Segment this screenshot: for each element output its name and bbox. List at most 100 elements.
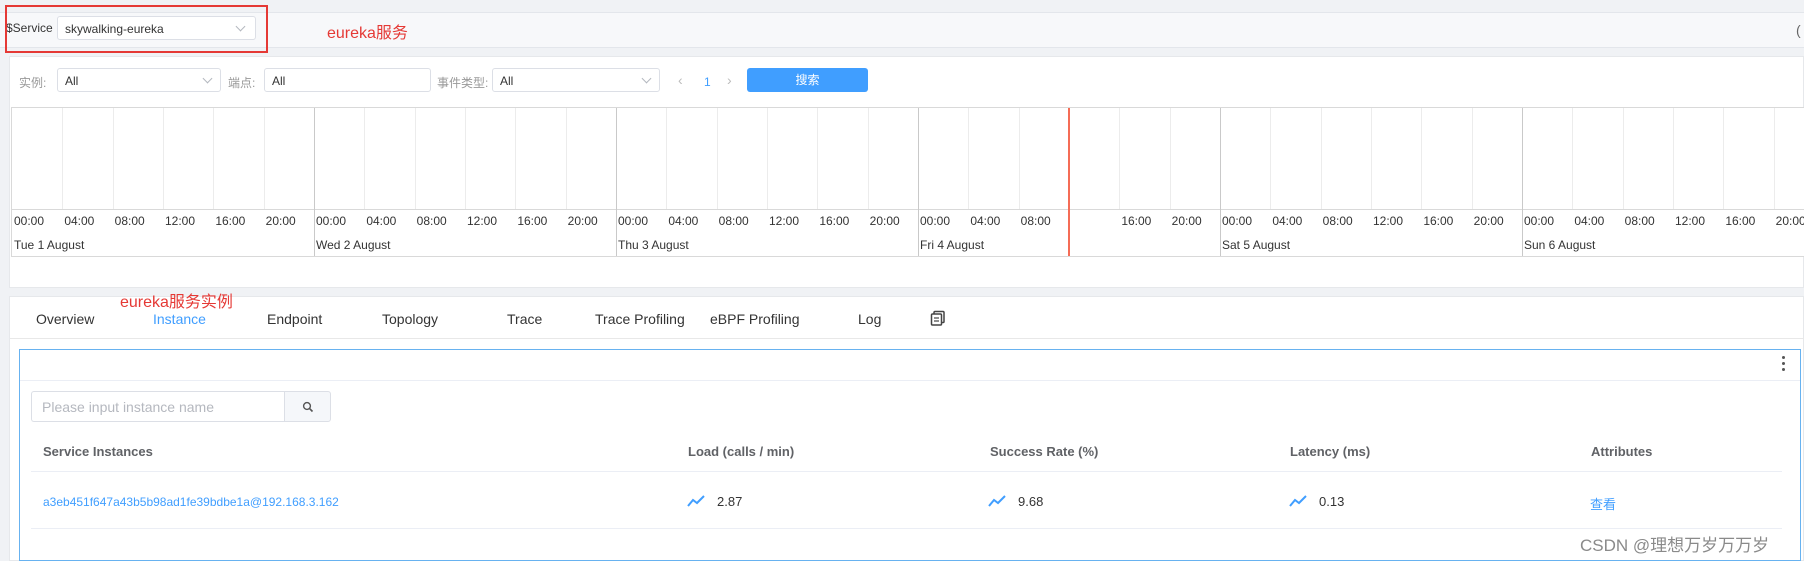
tab-topology[interactable]: Topology: [382, 311, 438, 327]
timeline-gridline: [817, 108, 819, 209]
timeline-tick-label: 00:00: [1222, 214, 1253, 228]
timeline-tick-label: 04:00: [668, 214, 699, 228]
instance-search-button[interactable]: [284, 391, 331, 422]
tab-overview[interactable]: Overview: [36, 311, 94, 327]
timeline-tick-label: 20:00: [1775, 214, 1804, 228]
timeline-gridline: [163, 108, 164, 209]
timeline-tick-label: 04:00: [1272, 214, 1303, 228]
timeline-gridline: [1169, 108, 1171, 209]
timeline-tick-label: 08:00: [1624, 214, 1655, 228]
service-annotation: eureka服务: [327, 25, 408, 42]
col-header-load: Load (calls / min): [688, 444, 795, 459]
tab-trace[interactable]: Trace: [507, 311, 542, 327]
instance-filter-select[interactable]: All: [57, 68, 221, 92]
tab-trace-profiling[interactable]: Trace Profiling: [595, 311, 685, 327]
trend-line-icon[interactable]: [687, 494, 705, 508]
timeline-day-divider: [616, 108, 617, 256]
partial-icon[interactable]: (: [1796, 22, 1801, 38]
timeline-tick-label: 12:00: [769, 214, 800, 228]
timeline-tick-label: 12:00: [165, 214, 196, 228]
timeline-day-divider: [314, 108, 315, 256]
timeline-gridline: [1421, 108, 1423, 209]
timeline-gridline: [565, 108, 567, 209]
tab-ebpf-profiling[interactable]: eBPF Profiling: [710, 311, 799, 327]
timeline-tick-label: 04:00: [366, 214, 397, 228]
endpoint-filter-input[interactable]: All: [264, 68, 431, 92]
tab-log[interactable]: Log: [858, 311, 881, 327]
service-highlight-box: [5, 5, 268, 53]
trend-line-icon[interactable]: [1289, 494, 1307, 508]
chevron-right-icon[interactable]: ›: [727, 72, 732, 88]
timeline-tick-label: 04:00: [1574, 214, 1605, 228]
timeline-tick-label: 08:00: [416, 214, 447, 228]
trend-line-icon[interactable]: [988, 494, 1006, 508]
chevron-down-icon: [202, 73, 213, 84]
load-value: 2.87: [717, 494, 743, 509]
timeline-gridline: [1622, 108, 1624, 209]
timeline-tick-label: 00:00: [1524, 214, 1555, 228]
timeline-tick-label: 08:00: [718, 214, 749, 228]
tab-instance[interactable]: Instance: [153, 311, 206, 327]
latency-value: 0.13: [1319, 494, 1345, 509]
search-icon: [302, 401, 314, 413]
col-header-latency: Latency (ms): [1290, 444, 1371, 459]
chevron-left-icon[interactable]: ‹: [678, 72, 683, 88]
timeline-tick-label: 20:00: [265, 214, 296, 228]
timeline-day-label: Wed 2 August: [316, 238, 391, 252]
timeline-gridline: [1320, 108, 1322, 209]
table-row-divider: [31, 528, 1782, 529]
timeline-tick-label: 04:00: [64, 214, 95, 228]
search-button[interactable]: 搜索: [747, 68, 868, 92]
col-header-attributes: Attributes: [1591, 444, 1653, 459]
timeline-gridline: [666, 108, 668, 209]
tabs-divider: [10, 338, 1804, 339]
col-header-service-instances: Service Instances: [43, 444, 153, 459]
timeline-gridline: [716, 108, 718, 209]
timeline-gridline: [968, 108, 970, 209]
event-type-filter-value: All: [500, 74, 514, 88]
timeline-tick-label: 00:00: [14, 214, 45, 228]
timeline-tick-label: 16:00: [1725, 214, 1756, 228]
timeline-tick-label: 12:00: [1373, 214, 1404, 228]
table-header-divider: [31, 471, 1782, 472]
timeline-axis-line: [12, 209, 1804, 210]
timeline-gridline: [1673, 108, 1674, 209]
event-type-filter-select[interactable]: All: [492, 68, 660, 92]
timeline-gridline: [62, 108, 64, 209]
timeline-gridline: [1723, 108, 1725, 209]
timeline-tick-label: 12:00: [1675, 214, 1706, 228]
timeline-gridline: [1773, 108, 1775, 209]
event-timeline[interactable]: 00:00 04:00 08:00 12:00 16:00 20:00 Tue 1 Augu…: [11, 107, 1804, 257]
timeline-tick-label: 04:00: [970, 214, 1001, 228]
timeline-day-label: Fri 4 August: [920, 238, 985, 252]
timeline-day-label: Tue 1 August: [14, 238, 85, 252]
page-number[interactable]: 1: [704, 75, 711, 89]
kebab-menu-icon[interactable]: [1782, 356, 1786, 372]
timeline-gridline: [112, 108, 114, 209]
success-rate-value: 9.68: [1018, 494, 1044, 509]
instance-link[interactable]: a3eb451f647a43b5b98ad1fe39bdbe1a@192.168…: [43, 495, 339, 509]
instance-search-input[interactable]: [32, 392, 284, 421]
timeline-tick-label: 20:00: [1171, 214, 1202, 228]
timeline-gridline: [515, 108, 517, 209]
timeline-gridline: [1270, 108, 1272, 209]
timeline-day-divider: [1220, 108, 1221, 256]
watermark-text: CSDN @理想万岁万万岁: [1580, 536, 1770, 555]
timeline-day-label: Thu 3 August: [618, 238, 689, 252]
tab-endpoint[interactable]: Endpoint: [267, 311, 322, 327]
timeline-gridline: [1119, 108, 1121, 209]
timeline-gridline: [767, 108, 768, 209]
timeline-tick-label: 16:00: [819, 214, 850, 228]
attributes-view-link[interactable]: 查看: [1590, 494, 1616, 513]
event-type-filter-label: 事件类型:: [437, 76, 489, 90]
copy-icon[interactable]: [930, 310, 946, 326]
timeline-tick-label: 08:00: [1020, 214, 1051, 228]
timeline-day-label: Sun 6 August: [1524, 238, 1596, 252]
instance-search-field[interactable]: [31, 391, 284, 422]
timeline-tick-label: 16:00: [517, 214, 548, 228]
timeline-tick-label: 16:00: [1423, 214, 1454, 228]
timeline-tick-label: 16:00: [1121, 214, 1152, 228]
timeline-tick-label: 20:00: [869, 214, 900, 228]
timeline-tick-label: 16:00: [215, 214, 246, 228]
chevron-down-icon: [641, 73, 652, 84]
